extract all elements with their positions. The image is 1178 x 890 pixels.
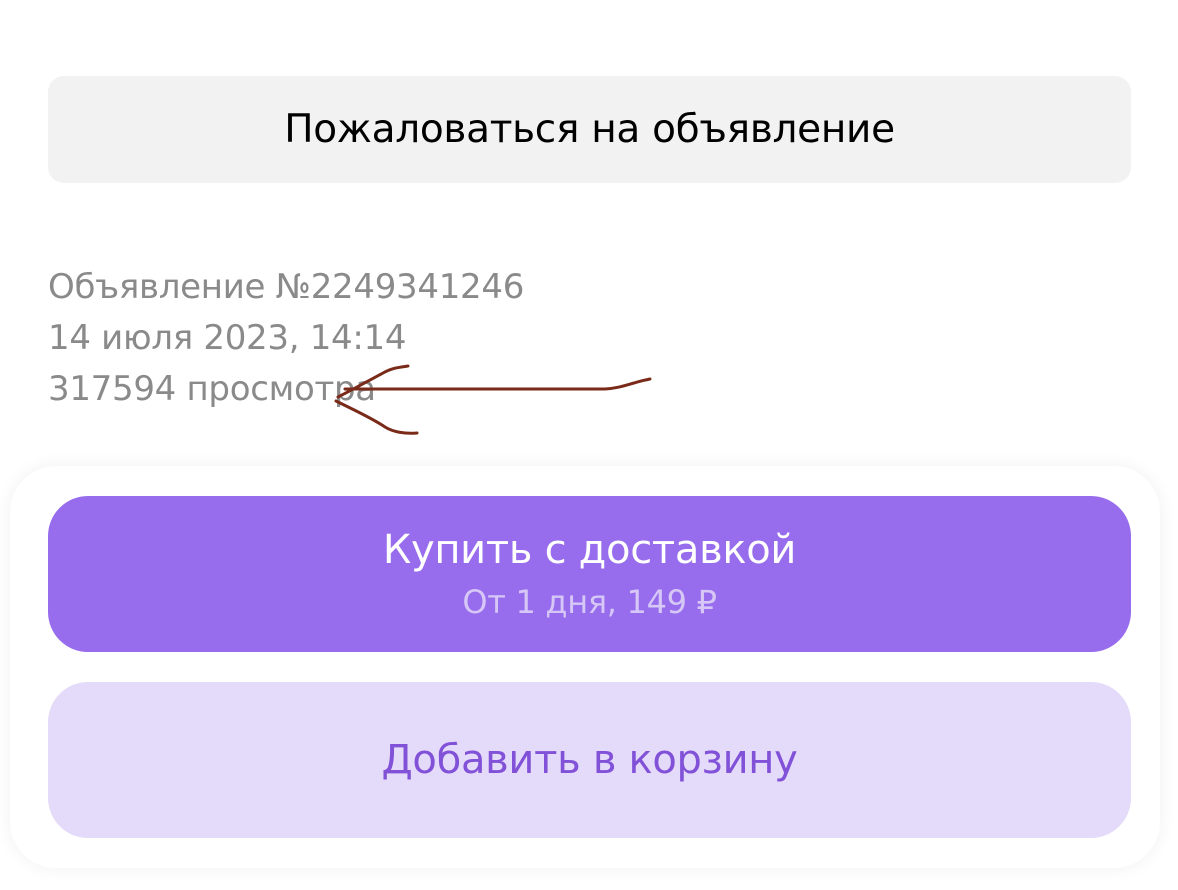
report-listing-label: Пожаловаться на объявление [284,107,895,152]
report-listing-button[interactable]: Пожаловаться на объявление [48,76,1131,183]
listing-views: 317594 просмотра [48,369,376,409]
add-to-cart-button[interactable]: Добавить в корзину [48,682,1131,838]
add-to-cart-label: Добавить в корзину [381,737,798,783]
delivery-info: От 1 дня, 149 ₽ [462,583,717,621]
buy-with-delivery-button[interactable]: Купить с доставкой От 1 дня, 149 ₽ [48,496,1131,652]
listing-date: 14 июля 2023, 14:14 [48,318,407,358]
buy-with-delivery-label: Купить с доставкой [382,527,797,573]
listing-meta: Объявление №2249341246 14 июля 2023, 14:… [48,262,524,415]
listing-number: Объявление №2249341246 [48,267,525,307]
